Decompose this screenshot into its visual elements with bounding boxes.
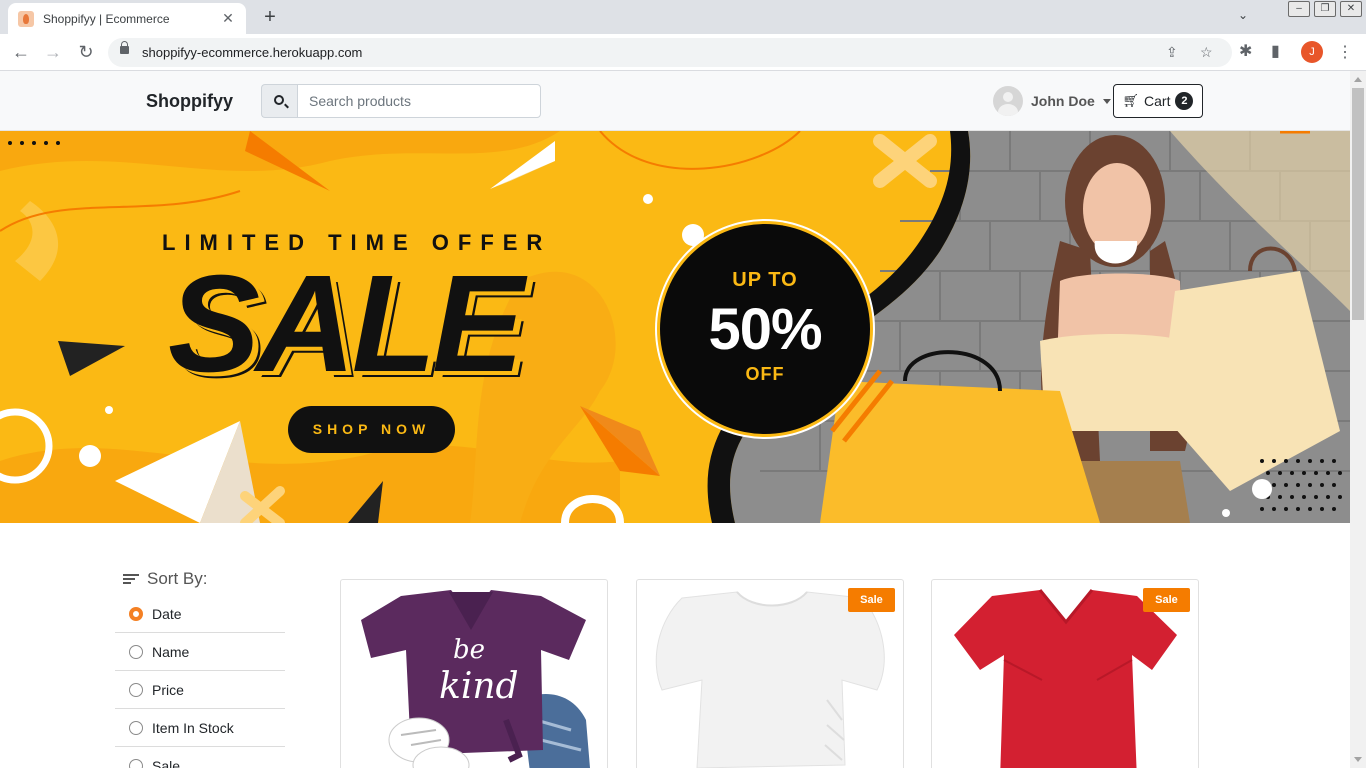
- product-card[interactable]: Sale: [636, 579, 904, 768]
- bookmark-star-icon[interactable]: ☆: [1200, 44, 1213, 61]
- radio-date[interactable]: [129, 606, 143, 621]
- page-scrollbar[interactable]: [1350, 71, 1366, 768]
- svg-text:kind: kind: [439, 666, 519, 707]
- cart-icon: 🛒︎: [1122, 93, 1140, 108]
- search-button[interactable]: [261, 84, 297, 118]
- sort-option-label: Date: [152, 605, 182, 622]
- sort-header: Sort By:: [115, 567, 285, 591]
- sort-option-sale[interactable]: Sale: [115, 747, 285, 768]
- side-panel-icon[interactable]: ▮: [1271, 41, 1280, 61]
- url-text[interactable]: shoppifyy-ecommerce.herokuapp.com: [142, 45, 362, 60]
- browser-tab-strip: Shoppifyy | Ecommerce ✕ + ⌄ – ❐ ✕: [0, 0, 1366, 34]
- badge-up-to: UP TO: [732, 269, 798, 291]
- sort-panel: Sort By: Date Name Price Item In Stock S…: [115, 567, 285, 768]
- product-image-purple-tshirt[interactable]: be kind: [341, 580, 608, 768]
- badge-value: 50%: [708, 297, 822, 362]
- sale-badge: Sale: [848, 588, 895, 612]
- site-navbar: Shoppifyy John Doe 🛒︎ Cart 2: [0, 71, 1350, 131]
- close-window-icon[interactable]: ✕: [1340, 1, 1362, 17]
- cart-label: Cart: [1144, 93, 1171, 109]
- scroll-up-arrow-icon[interactable]: [1354, 77, 1362, 82]
- sort-option-label: Price: [152, 681, 184, 698]
- close-tab-icon[interactable]: ✕: [220, 10, 236, 27]
- search-icon: [274, 95, 284, 105]
- user-name: John Doe: [1031, 93, 1095, 109]
- share-icon[interactable]: ⇪: [1166, 44, 1178, 61]
- extensions-puzzle-icon[interactable]: ✱: [1239, 41, 1252, 61]
- lock-icon: [120, 41, 129, 54]
- cart-button[interactable]: 🛒︎ Cart 2: [1113, 84, 1203, 118]
- brand-logo[interactable]: Shoppifyy: [146, 91, 233, 112]
- reload-icon[interactable]: ↻: [74, 40, 98, 64]
- user-avatar-icon: [993, 86, 1023, 116]
- sort-option-label: Sale: [152, 757, 181, 768]
- scroll-thumb[interactable]: [1352, 88, 1364, 320]
- radio-sale[interactable]: [129, 758, 143, 768]
- sort-option-label: Name: [152, 643, 190, 660]
- address-bar[interactable]: shoppifyy-ecommerce.herokuapp.com ⇪ ☆: [108, 38, 1232, 67]
- radio-price[interactable]: [129, 682, 143, 697]
- browser-menu-icon[interactable]: ⋮: [1337, 42, 1353, 62]
- product-card[interactable]: be kind: [340, 579, 608, 768]
- user-menu[interactable]: John Doe: [993, 86, 1111, 116]
- window-controls: – ❐ ✕: [1288, 1, 1362, 17]
- sort-option-date[interactable]: Date: [115, 595, 285, 633]
- sort-lines-icon: [123, 572, 139, 586]
- sort-options: Date Name Price Item In Stock Sale: [115, 595, 285, 768]
- shop-now-button[interactable]: SHOP NOW: [288, 406, 455, 453]
- tab-title: Shoppifyy | Ecommerce: [43, 11, 170, 26]
- sort-option-name[interactable]: Name: [115, 633, 285, 671]
- sort-option-price[interactable]: Price: [115, 671, 285, 709]
- cart-count-badge: 2: [1175, 92, 1194, 110]
- tab-search-chevron-icon[interactable]: ⌄: [1238, 8, 1248, 22]
- discount-badge: UP TO 50% OFF: [660, 224, 870, 434]
- restore-icon[interactable]: ❐: [1314, 1, 1336, 17]
- page-viewport: Shoppifyy John Doe 🛒︎ Cart 2: [0, 71, 1350, 768]
- new-tab-icon[interactable]: +: [258, 6, 282, 28]
- sale-badge: Sale: [1143, 588, 1190, 612]
- radio-item-in-stock[interactable]: [129, 720, 143, 735]
- badge-off: OFF: [745, 364, 785, 384]
- back-arrow-icon[interactable]: ←: [9, 40, 33, 64]
- hero-banner[interactable]: LIMITED TIME OFFER SALE SHOP NOW UP TO 5…: [0, 131, 1350, 523]
- browser-toolbar: ← → ↻ shoppifyy-ecommerce.herokuapp.com …: [0, 34, 1366, 71]
- sort-title: Sort By:: [147, 569, 208, 588]
- profile-avatar[interactable]: J: [1301, 41, 1323, 63]
- site-favicon-icon: [18, 10, 34, 27]
- hero-headline: SALE: [168, 247, 524, 401]
- minimize-icon[interactable]: –: [1288, 1, 1310, 17]
- sort-option-item-in-stock[interactable]: Item In Stock: [115, 709, 285, 747]
- browser-tab[interactable]: Shoppifyy | Ecommerce ✕: [8, 3, 246, 34]
- scroll-down-arrow-icon[interactable]: [1354, 757, 1362, 762]
- product-card[interactable]: Sale: [931, 579, 1199, 768]
- radio-name[interactable]: [129, 644, 143, 659]
- search-group: [261, 84, 541, 118]
- forward-arrow-icon[interactable]: →: [41, 40, 65, 64]
- svg-text:be: be: [453, 635, 485, 665]
- sort-option-label: Item In Stock: [152, 719, 234, 736]
- caret-down-icon: [1102, 98, 1111, 104]
- search-input[interactable]: [297, 84, 541, 118]
